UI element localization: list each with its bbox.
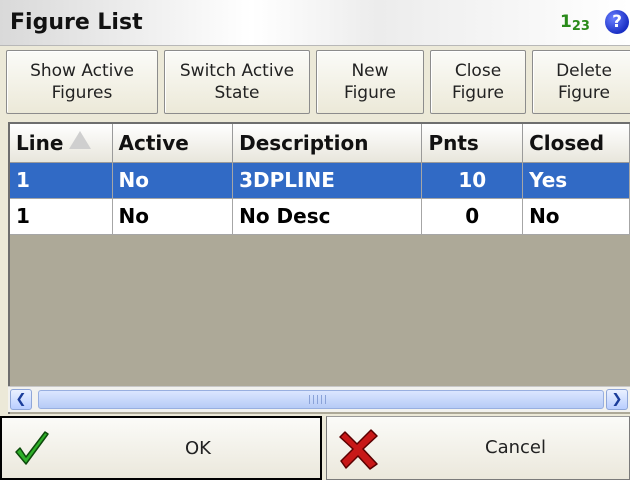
input-mode-digit: 1: [560, 12, 572, 32]
cell-closed: Yes: [522, 162, 630, 199]
switch-active-state-button[interactable]: Switch Active State: [164, 50, 310, 114]
column-header-active[interactable]: Active: [112, 124, 234, 163]
header-row: Line Active Description Pnts Closed: [10, 124, 630, 163]
checkmark-icon: [15, 431, 49, 465]
title-bar: Figure List 123 ?: [0, 0, 630, 46]
column-header-closed[interactable]: Closed: [522, 124, 630, 163]
scroll-thumb[interactable]: [38, 390, 604, 409]
window-title: Figure List: [10, 10, 143, 35]
ok-button[interactable]: OK: [0, 416, 322, 480]
input-mode-sub: 2: [571, 19, 581, 34]
column-header-pnts[interactable]: Pnts: [421, 124, 524, 163]
cell-description: No Desc: [232, 198, 423, 235]
cell-pnts: 0: [421, 198, 524, 235]
column-header-line-label: Line: [16, 130, 64, 155]
figure-grid[interactable]: Line Active Description Pnts Closed 1 No…: [8, 122, 630, 414]
horizontal-scrollbar[interactable]: ❮ ❯: [8, 386, 630, 412]
cell-line: 1: [10, 198, 113, 235]
x-icon: [339, 429, 378, 470]
figure-table: Line Active Description Pnts Closed 1 No…: [10, 124, 630, 235]
sort-ascending-icon: [69, 130, 92, 149]
input-mode-tail: 3: [580, 19, 590, 34]
cancel-label: Cancel: [485, 437, 546, 458]
show-active-figures-button[interactable]: Show Active Figures: [6, 50, 158, 114]
scroll-left-icon[interactable]: ❮: [10, 389, 32, 410]
new-figure-button[interactable]: New Figure: [316, 50, 424, 114]
table-row[interactable]: 1 No 3DPLINE 10 Yes: [10, 162, 630, 199]
column-header-description[interactable]: Description: [232, 124, 423, 163]
cell-active: No: [112, 198, 234, 235]
cell-line: 1: [10, 162, 113, 199]
input-mode-indicator[interactable]: 123: [560, 12, 590, 34]
column-header-line[interactable]: Line: [10, 124, 113, 163]
ok-label: OK: [185, 438, 211, 459]
cell-closed: No: [522, 198, 630, 235]
cell-active: No: [112, 162, 234, 199]
cancel-button[interactable]: Cancel: [326, 416, 630, 480]
close-figure-button[interactable]: Close Figure: [430, 50, 526, 114]
question-icon[interactable]: ?: [605, 10, 629, 34]
cell-description: 3DPLINE: [232, 162, 423, 199]
toolbar: Show Active Figures Switch Active State …: [0, 48, 630, 118]
delete-figure-button[interactable]: Delete Figure: [532, 50, 630, 114]
table-row[interactable]: 1 No No Desc 0 No: [10, 198, 630, 235]
grip-icon: [309, 395, 329, 404]
scroll-right-icon[interactable]: ❯: [606, 389, 628, 410]
cell-pnts: 10: [421, 162, 524, 199]
